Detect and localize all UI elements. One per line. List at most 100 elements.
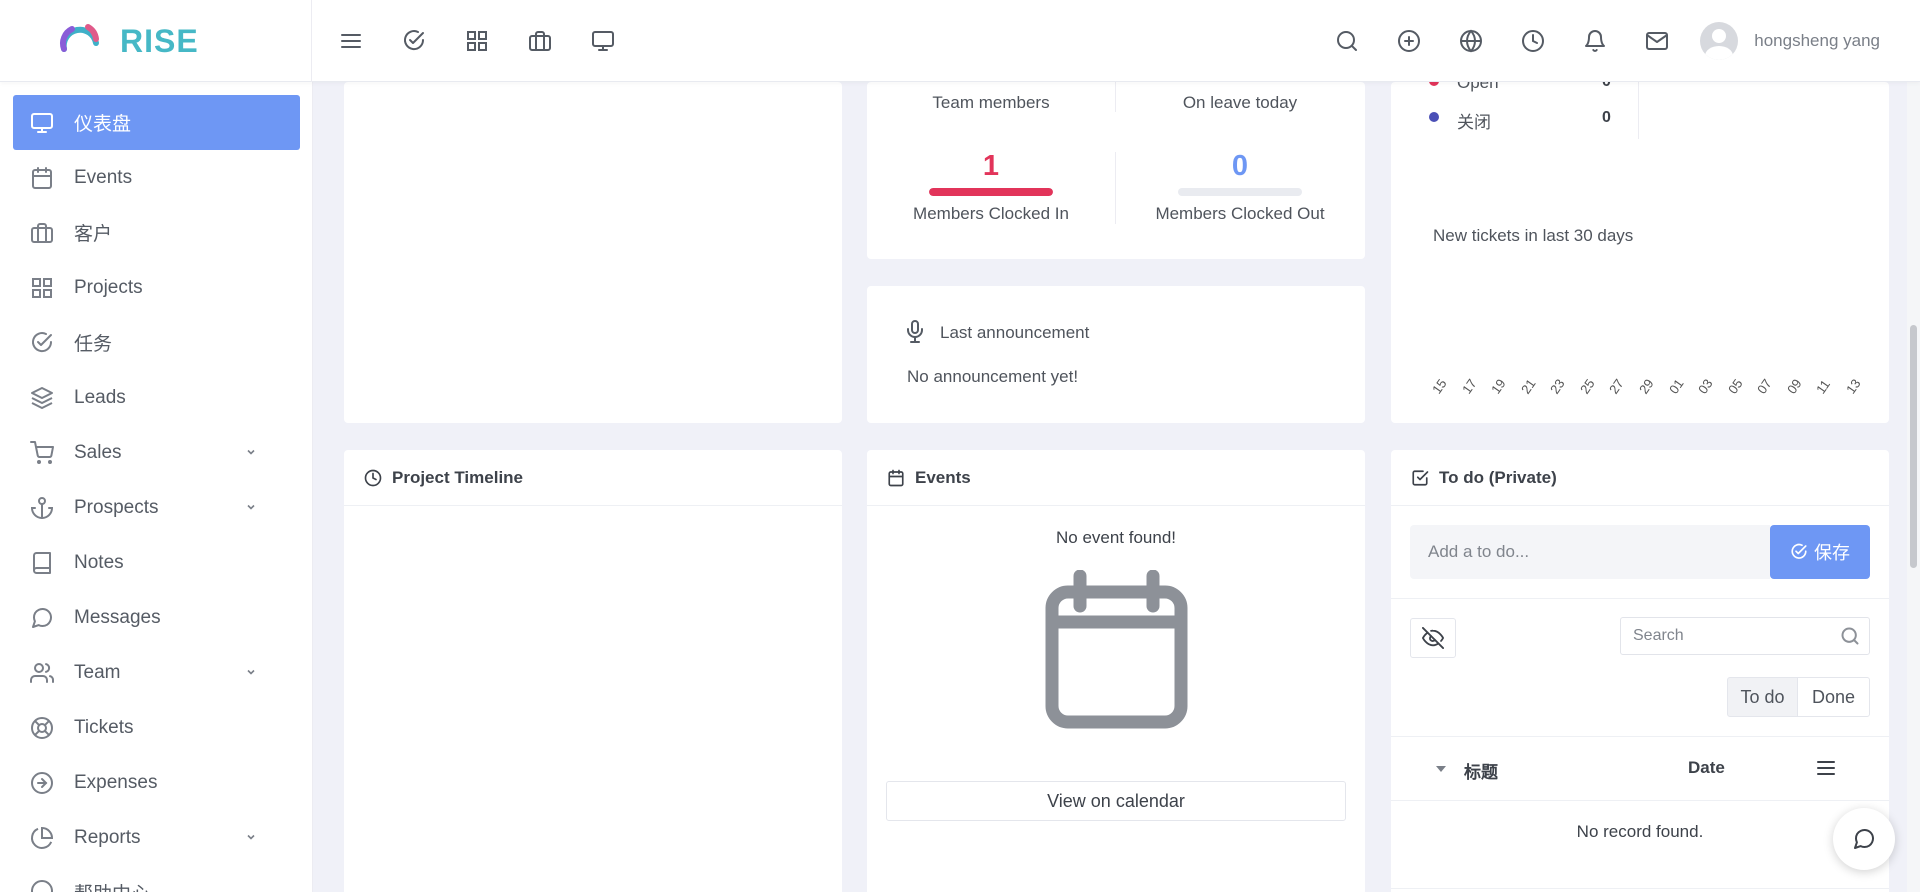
chevron-down-icon[interactable] [246, 502, 256, 512]
users-icon [30, 662, 54, 683]
x-tick-label: 17 [1458, 376, 1480, 397]
view-on-calendar-button[interactable]: View on calendar [886, 781, 1346, 821]
sidebar-item-tickets[interactable]: Tickets [13, 700, 300, 755]
user-menu[interactable]: hongsheng yang [1700, 22, 1880, 60]
clock-icon [364, 469, 382, 486]
todo-card: To do (Private) 标题 Date No record found. [1391, 450, 1889, 892]
column-menu-icon[interactable] [1816, 759, 1836, 777]
sidebar-item-clients[interactable]: 客户 [13, 205, 300, 260]
check-square-icon [1412, 469, 1429, 486]
chevron-down-icon[interactable] [246, 832, 256, 842]
x-tick-label: 21 [1517, 376, 1539, 397]
sidebar-item-label: Messages [74, 606, 161, 628]
scrollbar-thumb[interactable] [1910, 325, 1917, 568]
brand-logo[interactable]: RISE [0, 0, 312, 82]
divider [1391, 598, 1889, 599]
plus-circle-icon[interactable] [1390, 20, 1428, 62]
eye-off-icon [1422, 627, 1444, 649]
sort-desc-icon[interactable] [1435, 765, 1447, 773]
mail-icon[interactable] [1638, 20, 1676, 62]
chevron-down-icon[interactable] [246, 447, 256, 457]
divider [1391, 736, 1889, 737]
grid-icon[interactable] [458, 22, 496, 60]
clocked-in-bar-fill [929, 188, 1053, 196]
arrow-right-circle-icon [31, 771, 53, 794]
sidebar-item-messages[interactable]: Messages [13, 590, 300, 645]
chat-button[interactable] [1833, 808, 1895, 870]
sidebar-item-label: Team [74, 661, 121, 683]
x-tick-label: 03 [1695, 376, 1716, 397]
chevron-down-icon[interactable] [246, 667, 256, 677]
clocked-in-label: Members Clocked In [913, 204, 1069, 223]
chart-x-axis: 15 17 19 21 23 25 27 29 01 03 05 07 09 11 13 [1391, 82, 1889, 423]
no-event-text: No event found! [1055, 528, 1177, 547]
column-header-title[interactable]: 标题 [1464, 758, 1498, 783]
sidebar-item-events[interactable]: Events [13, 150, 300, 205]
sidebar-item-label: Notes [74, 551, 124, 573]
monitor-icon[interactable] [584, 22, 622, 60]
no-record-text: No record found. [1576, 822, 1704, 841]
sidebar-item-dashboard[interactable]: 仪表盘 [13, 95, 300, 150]
sidebar-item-label: Sales [74, 441, 122, 463]
project-timeline-card: Project Timeline [344, 450, 842, 892]
sidebar-item-prospects[interactable]: Prospects [13, 480, 300, 535]
x-tick-label: 01 [1665, 376, 1687, 397]
user-name: hongsheng yang [1754, 31, 1880, 50]
on-leave-label[interactable]: On leave today [1140, 93, 1340, 113]
sidebar-item-reports[interactable]: Reports [13, 810, 300, 865]
x-tick-label: 11 [1813, 376, 1834, 397]
briefcase-icon[interactable] [521, 22, 559, 60]
sidebar-item-projects[interactable]: Projects [13, 260, 300, 315]
sidebar-item-team[interactable]: Team [13, 645, 300, 700]
bell-icon[interactable] [1576, 20, 1614, 62]
page-scrollbar[interactable] [1907, 82, 1920, 892]
todo-input[interactable] [1410, 525, 1770, 579]
announcement-card: Last announcement No announcement yet! [867, 286, 1365, 423]
hide-done-toggle[interactable] [1410, 618, 1456, 658]
book-icon [33, 551, 51, 574]
life-buoy-icon [31, 716, 53, 739]
rise-logo-icon [59, 24, 99, 52]
x-tick-label: 27 [1606, 376, 1628, 397]
card-title: Events [915, 467, 971, 487]
layers-icon [31, 386, 53, 409]
calendar-icon [32, 166, 52, 189]
clocked-in-count[interactable]: 1 [891, 150, 1091, 183]
search-icon[interactable] [1328, 20, 1366, 62]
tickets-card: Open 0 关闭 0 New tickets in last 30 days … [1391, 73, 1889, 423]
clocked-out-count[interactable]: 0 [1140, 150, 1340, 183]
x-tick-label: 23 [1547, 376, 1568, 397]
search-icon[interactable] [1840, 626, 1860, 646]
x-tick-label: 19 [1488, 376, 1509, 397]
clocked-in-bar [929, 188, 1053, 196]
sidebar-item-label: Leads [74, 386, 126, 408]
card-header: To do (Private) [1391, 450, 1889, 506]
todo-search-input[interactable] [1620, 617, 1870, 655]
tab-done[interactable]: Done [1797, 677, 1870, 717]
sidebar-item-notes[interactable]: Notes [13, 535, 300, 590]
top-bar: RISE hongsheng yang [0, 0, 1920, 82]
sidebar-item-sales[interactable]: Sales [13, 425, 300, 480]
calendar-icon [888, 469, 904, 486]
globe-icon[interactable] [1452, 20, 1490, 62]
sidebar-item-expenses[interactable]: Expenses [13, 755, 300, 810]
clock-icon[interactable] [1514, 20, 1552, 62]
sidebar-item-label: 任务 [74, 334, 113, 355]
sidebar-item-help[interactable]: 帮助中心 [13, 865, 300, 892]
tab-todo[interactable]: To do [1727, 677, 1798, 717]
x-tick-label: 13 [1843, 376, 1864, 397]
shopping-cart-icon [30, 440, 54, 464]
sidebar-item-leads[interactable]: Leads [13, 370, 300, 425]
pie-chart-icon [31, 826, 54, 849]
sidebar-item-label: Reports [74, 826, 141, 848]
x-tick-label: 15 [1429, 376, 1450, 397]
column-header-date[interactable]: Date [1688, 758, 1725, 778]
team-members-label[interactable]: Team members [891, 93, 1091, 113]
sidebar-item-label: 仪表盘 [74, 114, 132, 135]
sidebar-item-tasks[interactable]: 任务 [13, 315, 300, 370]
menu-icon[interactable] [332, 22, 370, 60]
divider [1115, 82, 1116, 112]
save-todo-button[interactable]: 保存 [1770, 525, 1870, 579]
check-circle-icon[interactable] [395, 22, 433, 60]
sidebar-item-label: Tickets [74, 716, 134, 738]
